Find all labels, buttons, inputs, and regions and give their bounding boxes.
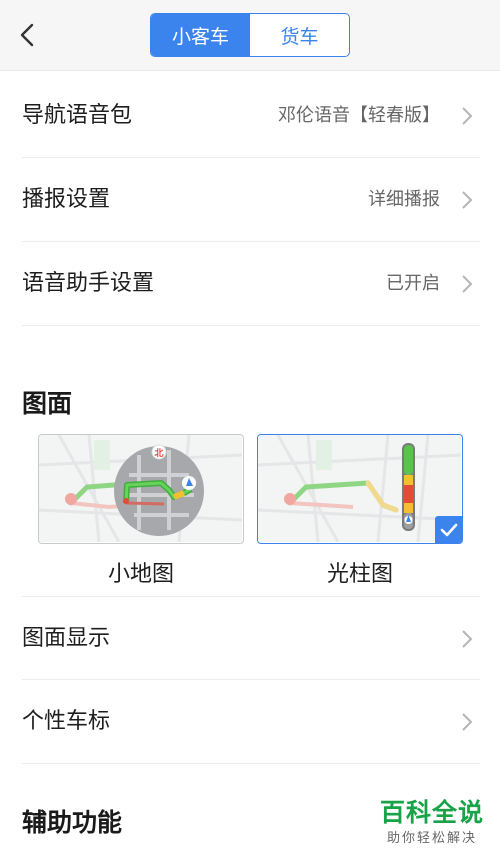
- voice-pack-label: 导航语音包: [22, 103, 133, 128]
- map-display-label: 图面显示: [22, 626, 111, 651]
- custom-car-icon-label: 个性车标: [22, 709, 111, 734]
- light-bar-preview: [258, 435, 462, 543]
- chevron-right-icon: [462, 713, 473, 731]
- mini-map-label: 小地图: [107, 562, 174, 587]
- vehicle-type-switch: 小客车 货车: [150, 13, 350, 57]
- watermark-sub: 助你轻松解决: [386, 831, 477, 846]
- mini-map-preview: 北: [39, 435, 243, 543]
- back-button[interactable]: [10, 16, 44, 54]
- north-compass-label: 北: [154, 447, 163, 459]
- selected-check-icon: [435, 516, 462, 543]
- custom-car-icon-row[interactable]: 个性车标: [22, 680, 480, 764]
- map-display-row[interactable]: 图面显示: [22, 596, 480, 680]
- voice-assistant-value: 已开启: [386, 273, 440, 294]
- tab-car[interactable]: 小客车: [151, 14, 250, 56]
- light-bar-option[interactable]: [257, 434, 463, 544]
- chevron-right-icon: [462, 275, 473, 293]
- broadcast-settings-label: 播报设置: [22, 187, 111, 212]
- broadcast-settings-value: 详细播报: [368, 189, 440, 210]
- chevron-right-icon: [462, 107, 473, 125]
- voice-pack-value: 邓伦语音【轻春版】: [278, 105, 440, 126]
- tab-truck[interactable]: 货车: [250, 14, 349, 56]
- broadcast-settings-row[interactable]: 播报设置 详细播报: [22, 158, 480, 242]
- voice-assistant-row[interactable]: 语音助手设置 已开启: [22, 242, 480, 326]
- watermark: 百科全说 助你轻松解决: [372, 797, 492, 849]
- voice-pack-row[interactable]: 导航语音包 邓伦语音【轻春版】: [22, 74, 480, 158]
- display-section-title: 图面: [22, 389, 73, 418]
- chevron-right-icon: [462, 191, 473, 209]
- chevron-right-icon: [462, 630, 473, 648]
- top-bar: 小客车 货车: [0, 0, 500, 71]
- chevron-left-icon: [20, 23, 34, 47]
- voice-assistant-label: 语音助手设置: [22, 271, 155, 296]
- watermark-main: 百科全说: [379, 798, 484, 827]
- light-bar-label: 光柱图: [326, 562, 393, 587]
- mini-map-option[interactable]: 北: [38, 434, 244, 544]
- assist-section-title: 辅助功能: [22, 808, 123, 837]
